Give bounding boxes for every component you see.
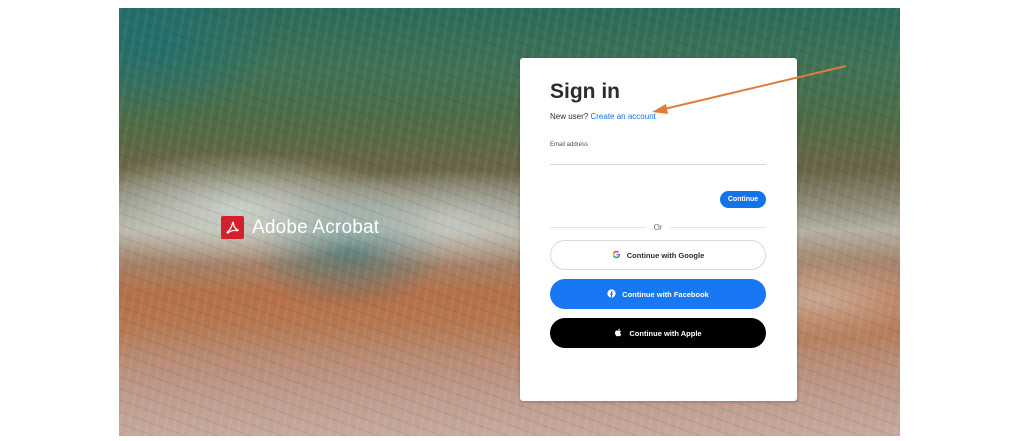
brand-name: Adobe Acrobat — [252, 216, 380, 238]
facebook-signin-button[interactable]: Continue with Facebook — [550, 279, 766, 309]
email-label: Email address — [550, 142, 589, 148]
or-label: Or — [653, 222, 663, 232]
facebook-button-label: Continue with Facebook — [622, 289, 709, 299]
google-icon — [612, 250, 621, 261]
brand: Adobe Acrobat — [221, 216, 379, 239]
or-divider: Or — [550, 221, 767, 233]
create-account-link[interactable]: Create an account — [590, 112, 655, 121]
apple-icon — [614, 328, 623, 339]
page-title: Sign in — [550, 80, 620, 103]
apple-signin-button[interactable]: Continue with Apple — [550, 318, 766, 348]
divider-line — [670, 226, 767, 228]
acrobat-logo-icon — [221, 216, 244, 239]
divider-line — [550, 226, 646, 228]
signin-card: Sign in New user? Create an account Emai… — [520, 58, 797, 401]
new-user-text: New user? — [550, 112, 589, 121]
continue-button[interactable]: Continue — [720, 191, 766, 208]
email-field[interactable] — [550, 152, 766, 165]
google-button-label: Continue with Google — [626, 250, 705, 260]
facebook-icon — [607, 288, 616, 300]
new-user-prompt: New user? Create an account — [550, 112, 656, 121]
apple-button-label: Continue with Apple — [629, 328, 702, 338]
google-signin-button[interactable]: Continue with Google — [550, 240, 766, 270]
